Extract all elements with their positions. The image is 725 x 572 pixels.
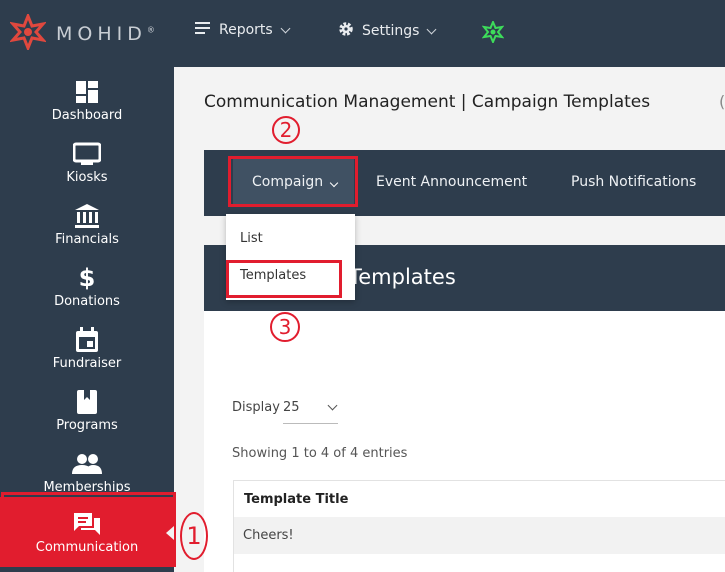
chevron-down-icon xyxy=(280,23,291,33)
logo-star-icon xyxy=(9,11,47,54)
settings-menu[interactable]: Settings xyxy=(338,21,437,41)
next-item-icon xyxy=(73,567,101,572)
green-star-icon[interactable] xyxy=(481,19,505,47)
active-indicator xyxy=(166,526,174,540)
bank-icon xyxy=(72,201,102,231)
sidebar-item-financials[interactable]: Financials xyxy=(0,197,174,259)
settings-label: Settings xyxy=(362,23,420,39)
monitor-icon xyxy=(72,139,102,169)
title-extra: ( xyxy=(719,92,725,111)
callout-2: 2 xyxy=(272,116,300,144)
display-select[interactable]: 25 xyxy=(283,400,338,424)
sidebar-item-label: Dashboard xyxy=(51,108,123,123)
column-header-template-title[interactable]: Template Title xyxy=(233,480,725,517)
sidebar-item-dashboard[interactable]: Dashboard xyxy=(0,73,174,135)
page-title: Communication Management | Campaign Temp… xyxy=(204,92,651,112)
sidebar-item-fundraiser[interactable]: Fundraiser xyxy=(0,321,174,383)
sidebar-item-label: Kiosks xyxy=(66,170,108,185)
dashboard-icon xyxy=(72,77,102,107)
book-icon xyxy=(72,387,102,417)
entries-summary: Showing 1 to 4 of 4 entries xyxy=(232,446,408,461)
chevron-down-icon xyxy=(327,400,338,411)
tab-push-notifications[interactable]: Push Notifications xyxy=(571,174,696,190)
callout-1: 1 xyxy=(180,512,208,560)
card-title: Templates xyxy=(349,265,456,289)
logo[interactable]: MOHID® xyxy=(9,11,155,54)
display-label: Display xyxy=(232,400,280,415)
reports-menu[interactable]: Reports xyxy=(195,21,291,39)
top-bar: MOHID® Reports Settings xyxy=(0,0,725,67)
highlight-box-communication xyxy=(1,492,176,567)
sidebar-item-kiosks[interactable]: Kiosks xyxy=(0,135,174,197)
callout-3: 3 xyxy=(270,312,300,342)
logo-text: MOHID® xyxy=(56,23,155,45)
dropdown-item-list[interactable]: List xyxy=(240,231,263,246)
highlight-box-compaign xyxy=(228,156,358,207)
people-icon xyxy=(72,449,102,479)
dollar-icon: $ xyxy=(78,264,96,292)
gear-icon xyxy=(338,21,354,41)
calendar-icon xyxy=(72,325,102,355)
tab-event-announcement[interactable]: Event Announcement xyxy=(376,174,527,190)
sidebar-item-label: Financials xyxy=(55,232,119,247)
sidebar-item-label: Programs xyxy=(56,418,118,433)
display-value: 25 xyxy=(283,400,300,415)
table-row[interactable]: Cheers! xyxy=(233,517,725,554)
sidebar-item-label: Fundraiser xyxy=(52,356,122,371)
sidebar-item-label: Donations xyxy=(54,294,120,309)
reports-label: Reports xyxy=(219,22,273,38)
sidebar-item-programs[interactable]: Programs xyxy=(0,383,174,445)
menu-lines-icon xyxy=(195,21,211,39)
highlight-box-templates xyxy=(226,260,342,298)
table-row-partial[interactable] xyxy=(233,554,725,572)
sidebar-item-donations[interactable]: $ Donations xyxy=(0,259,174,321)
chevron-down-icon xyxy=(426,24,437,34)
